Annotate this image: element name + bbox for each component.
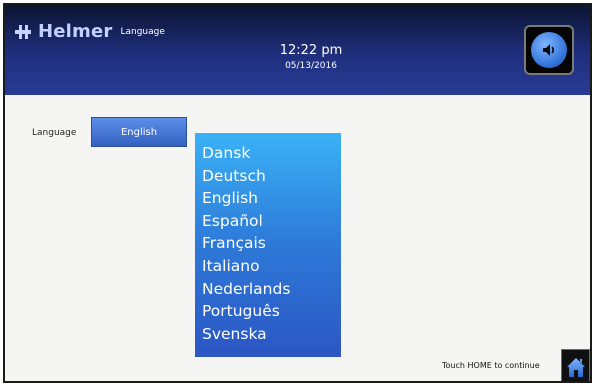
device-screen: Helmer Language 12:22 pm 05/13/2016 Lang… — [3, 3, 592, 383]
brand: Helmer Language — [15, 21, 165, 42]
sound-button[interactable] — [524, 25, 574, 75]
language-option-portugues[interactable]: Português — [202, 300, 341, 323]
language-label: Language — [32, 128, 77, 138]
screen-title: Language — [120, 26, 165, 37]
language-option-nederlands[interactable]: Nederlands — [202, 278, 341, 301]
language-option-svenska[interactable]: Svenska — [202, 323, 341, 346]
continue-instruction: Touch HOME to continue — [442, 361, 540, 370]
language-select-button[interactable]: English — [91, 117, 187, 147]
language-option-dansk[interactable]: Dansk — [202, 142, 341, 165]
language-dropdown: Dansk Deutsch English Español Français I… — [195, 133, 341, 357]
current-time: 12:22 pm — [279, 43, 343, 58]
current-date: 05/13/2016 — [285, 61, 337, 71]
language-option-english[interactable]: English — [202, 187, 341, 210]
home-button[interactable] — [561, 349, 590, 381]
language-option-deutsch[interactable]: Deutsch — [202, 165, 341, 188]
language-option-italiano[interactable]: Italiano — [202, 255, 341, 278]
speaker-icon — [531, 32, 567, 68]
top-bar: Helmer Language 12:22 pm 05/13/2016 — [5, 5, 590, 95]
home-icon — [566, 358, 585, 377]
clock: 12:22 pm 05/13/2016 — [251, 43, 371, 71]
helmer-logo-icon — [15, 24, 31, 39]
language-option-francais[interactable]: Français — [202, 232, 341, 255]
brand-name: Helmer — [38, 21, 113, 42]
language-option-espanol[interactable]: Español — [202, 210, 341, 233]
